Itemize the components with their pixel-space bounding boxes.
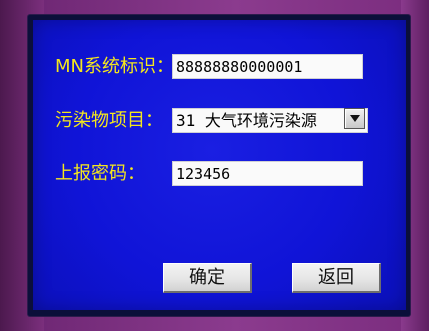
pollutant-item-select[interactable]: 31 大气环境污染源	[172, 108, 368, 133]
pollutant-item-value: 31 大气环境污染源	[176, 111, 317, 130]
report-password-label: 上报密码：	[55, 163, 145, 184]
mn-system-id-field[interactable]: 88888880000001	[172, 54, 363, 79]
mn-system-id-label: MN系统标识：	[55, 56, 174, 77]
pollutant-dropdown-button[interactable]	[344, 108, 365, 129]
chevron-down-icon	[350, 115, 360, 122]
pollutant-item-label: 污染物项目：	[55, 110, 163, 131]
back-button[interactable]: 返回	[292, 263, 381, 293]
confirm-button[interactable]: 确定	[163, 263, 252, 293]
lcd-screen: MN系统标识： 88888880000001 污染物项目： 31 大气环境污染源…	[33, 20, 406, 310]
report-password-field[interactable]: 123456	[172, 161, 363, 186]
